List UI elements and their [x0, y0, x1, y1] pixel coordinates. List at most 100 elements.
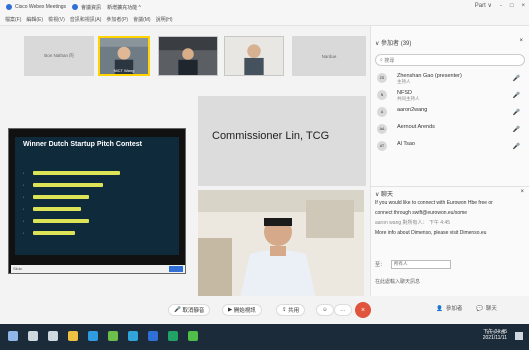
avatar: N — [377, 90, 387, 100]
chat-message: connect through swift@eurowon.eu/some — [375, 210, 468, 216]
participant-row[interactable]: ZS Zhenshan Gao (presenter) 主持人 🎤 — [371, 70, 529, 87]
microphone-icon: 🎤 — [174, 307, 183, 313]
avatar: AA — [377, 124, 387, 134]
menu-meeting[interactable]: 會議(M) — [133, 16, 151, 23]
title-bar: Cisco Webex Meetings 會議資訊 新增擴充功能 ^ Part … — [0, 0, 529, 14]
taskbar-clock[interactable]: 下午 04:45 2021/11/11 — [483, 329, 507, 341]
slide-bar — [33, 231, 75, 235]
store-icon[interactable] — [128, 331, 138, 341]
chat-recipient-row: 至： 所有人 — [375, 258, 525, 270]
menu-edit[interactable]: 編輯(E) — [26, 16, 43, 23]
participants-header[interactable]: ∨ 參加者 (39) — [375, 38, 411, 47]
share-button[interactable]: ⇪ 共用 — [276, 304, 306, 316]
start-video-button[interactable]: ▶ 開始視訊 — [222, 304, 262, 316]
edge-icon[interactable] — [88, 331, 98, 341]
task-view-icon[interactable] — [48, 331, 58, 341]
chat-icon: 💬 — [476, 306, 485, 312]
avatar: AT — [377, 141, 387, 151]
outlook-icon[interactable] — [148, 331, 158, 341]
avatar: ZS — [377, 73, 387, 83]
window-tab-meeting-info[interactable]: 會議資訊 — [72, 4, 101, 11]
video-thumbnail[interactable]: Nardue — [292, 36, 366, 76]
reactions-button[interactable]: ☺ — [316, 304, 334, 316]
more-button[interactable]: … — [334, 304, 352, 316]
participant-role: 主持人 — [397, 79, 411, 84]
bar-label: ▪ — [23, 231, 25, 235]
featured-speaker-name: Commissioner Lin, TCG — [212, 130, 330, 142]
chat-input-field[interactable]: 在此處輸入聊天訊息 — [375, 278, 420, 285]
slide-bar — [33, 207, 81, 211]
shared-footer-label: Slido — [13, 266, 22, 271]
participants-toggle-button[interactable]: 👤 參加者 — [436, 304, 462, 312]
participant-name: Al Tsao — [397, 141, 415, 147]
smile-icon: ☺ — [322, 307, 328, 313]
taskbar: ∧ ◷ ♪ ⊡ 下午 04:45 2021/11/11 — [0, 324, 529, 350]
mic-muted-icon[interactable]: 🎤 — [513, 143, 520, 150]
bar-label: ▪ — [23, 183, 25, 187]
window-tab-webex[interactable]: Cisco Webex Meetings — [6, 4, 66, 10]
menu-bar: 檔案(F) 編輯(E) 檢視(V) 音訊和視訊(A) 參加者(P) 會議(M) … — [0, 14, 529, 26]
chat-to-label: 至： — [375, 261, 386, 268]
shared-screen-footer: Slido — [11, 265, 185, 273]
webex-logo-icon — [6, 4, 12, 10]
chat-toggle-button[interactable]: 💬 聊天 — [476, 304, 497, 312]
file-explorer-icon[interactable] — [68, 331, 78, 341]
mute-button[interactable]: 🎤 取消靜音 — [168, 304, 211, 316]
participant-row[interactable]: AA Aernout Arends 🎤 — [371, 121, 529, 138]
close-icon[interactable]: × — [519, 38, 523, 44]
avatar: A — [377, 107, 387, 117]
window-controls: Part ∨ - □ × — [475, 2, 525, 10]
menu-view[interactable]: 檢視(V) — [48, 16, 65, 23]
minimize-button[interactable]: - — [500, 3, 502, 9]
window-tab-extensions[interactable]: 新增擴充功能 ^ — [107, 4, 141, 11]
participant-name: Aernout Arends — [397, 124, 435, 130]
video-thumbnail-active[interactable]: NICT Wang — [98, 36, 150, 76]
start-icon[interactable] — [8, 331, 18, 341]
menu-audio-video[interactable]: 音訊和視訊(A) — [70, 16, 102, 23]
end-meeting-button[interactable]: × — [355, 302, 371, 318]
info-icon — [72, 4, 79, 10]
menu-participants[interactable]: 參加者(P) — [106, 16, 128, 23]
chat-header[interactable]: ∨ 聊天 × — [371, 186, 529, 198]
excel-icon[interactable] — [168, 331, 178, 341]
active-speaker-video[interactable] — [198, 190, 364, 298]
participant-row[interactable]: AT Al Tsao 🎤 — [371, 138, 529, 155]
search-icon[interactable] — [28, 331, 38, 341]
webex-taskbar-icon[interactable] — [188, 331, 198, 341]
chat-recipient-select[interactable]: 所有人 — [391, 259, 452, 269]
participant-count-dropdown[interactable]: Part ∨ — [475, 2, 492, 9]
bar-label: ▪ — [23, 171, 25, 175]
menu-file[interactable]: 檔案(F) — [5, 16, 21, 23]
shared-screen[interactable]: Winner Dutch Startup Pitch Contest ▪ ▪ ▪… — [8, 128, 186, 274]
mic-muted-icon[interactable]: 🎤 — [513, 109, 520, 116]
shared-slide: Winner Dutch Startup Pitch Contest ▪ ▪ ▪… — [15, 137, 179, 255]
video-thumbnail[interactable] — [224, 36, 284, 76]
person-video — [159, 37, 217, 75]
chat-header-label: ∨ 聊天 — [375, 192, 394, 198]
video-thumbnail[interactable]: Bon Nathan 的 — [24, 36, 94, 76]
slide-bar — [33, 219, 89, 223]
mic-muted-icon[interactable]: 🎤 — [513, 92, 520, 99]
close-button[interactable]: × — [521, 3, 525, 9]
participant-role: 共同主持人 — [397, 96, 420, 101]
chat-message-meta: aaron wang 對所有人： 下午 4:45 — [375, 220, 451, 226]
shared-footer-button[interactable] — [169, 266, 183, 272]
video-thumbnail[interactable] — [158, 36, 218, 76]
mic-muted-icon[interactable]: 🎤 — [513, 126, 520, 133]
speaker-camera-feed — [198, 190, 364, 298]
maximize-button[interactable]: □ — [510, 3, 514, 9]
close-icon[interactable]: × — [520, 189, 524, 195]
meeting-stage: Bon Nathan 的 NICT Wang Nardue Commission… — [0, 26, 368, 298]
chrome-icon[interactable] — [108, 331, 118, 341]
participant-row[interactable]: N NFSD 共同主持人 🎤 — [371, 87, 529, 104]
menu-help[interactable]: 說明(H) — [156, 16, 173, 23]
mic-muted-icon[interactable]: 🎤 — [513, 75, 520, 82]
bar-label: ▪ — [23, 207, 25, 211]
participant-search-input[interactable]: ⌕ 搜尋 — [375, 54, 525, 66]
participants-panel: ∨ 參加者 (39) × ⌕ 搜尋 ZS Zhenshan Gao (prese… — [370, 26, 529, 296]
bar-label: ▪ — [23, 219, 25, 223]
meeting-controls: 🎤 取消靜音 ▶ 開始視訊 ⇪ 共用 ☺ … × 👤 參加者 💬 聊天 — [0, 296, 529, 322]
participant-row[interactable]: A aaron2wang 🎤 — [371, 104, 529, 121]
search-placeholder: 搜尋 — [384, 57, 395, 64]
notification-icon[interactable] — [515, 332, 523, 340]
